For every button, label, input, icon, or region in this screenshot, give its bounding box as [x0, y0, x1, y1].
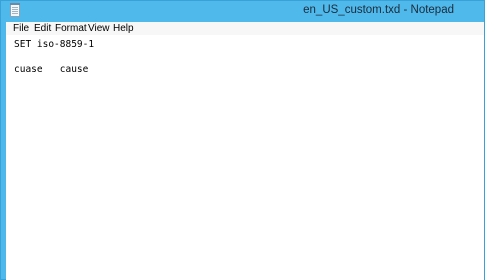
notepad-window: en_US_custom.txd - Notepad File Edit For… [0, 0, 485, 280]
menu-file[interactable]: File [13, 22, 29, 35]
menu-bar: File Edit Format View Help [6, 22, 484, 35]
text-editor-area[interactable]: SET iso-8859-1 cuase cause [6, 35, 484, 280]
menu-edit[interactable]: Edit [34, 22, 51, 35]
menu-view[interactable]: View [88, 22, 110, 35]
title-bar[interactable]: en_US_custom.txd - Notepad [1, 1, 484, 22]
menu-help[interactable]: Help [113, 22, 134, 35]
menu-format[interactable]: Format [55, 22, 87, 35]
editor-content[interactable]: SET iso-8859-1 cuase cause [14, 39, 94, 77]
window-title: en_US_custom.txd - Notepad [303, 4, 454, 16]
